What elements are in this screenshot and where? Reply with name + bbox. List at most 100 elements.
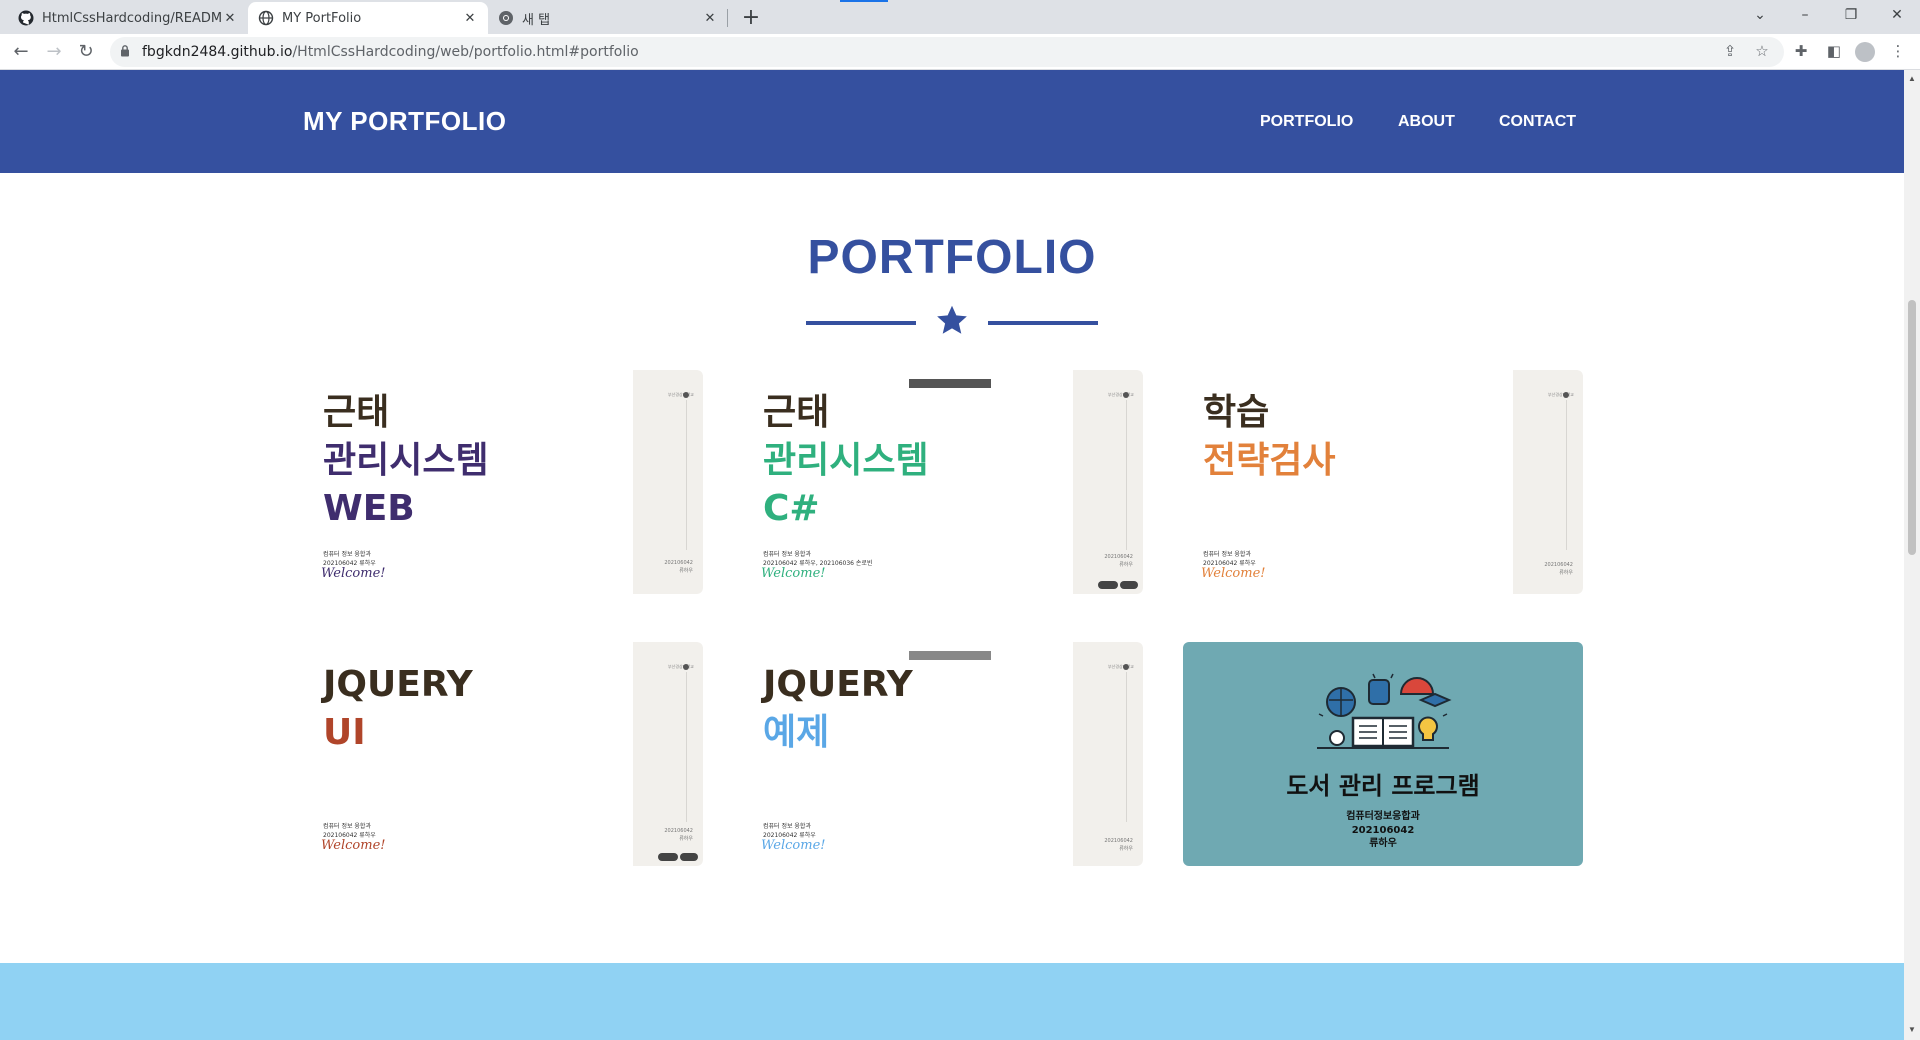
extensions-puzzle-icon[interactable]: ✚ (1791, 42, 1811, 62)
side-panel-icon[interactable]: ◧ (1824, 42, 1844, 62)
bookmark-star-icon[interactable]: ☆ (1752, 42, 1772, 62)
cap-pill (658, 853, 678, 861)
card-title-line1: 근태 (763, 392, 830, 433)
cap-university: 부산경상대학교 (1108, 664, 1134, 669)
card-meta-dept: 컴퓨터 정보 융합과 (323, 823, 371, 830)
card-cover-edge: 부산경상대학교 202106042 류하우 (633, 642, 703, 866)
card-title-line2: 예제 (763, 712, 830, 753)
portfolio-card-attendance-web[interactable]: 근태 관리시스템 WEB 컴퓨터 정보 융합과 202106042 류하우 Wel… (303, 370, 703, 594)
cap-id: 202106042 (1104, 838, 1133, 844)
card-title-line2: 전략검사 (1203, 440, 1336, 481)
portfolio-card-jquery-example[interactable]: JQUERY 예제 컴퓨터 정보 융합과 202106042 류하우 Welcom… (743, 642, 1143, 866)
card-title-line2: 관리시스템 (323, 440, 489, 481)
cap-name: 류하우 (679, 836, 693, 842)
browser-tab-bar: HtmlCssHardcoding/README.m ✕ MY PortFoli… (0, 0, 1920, 34)
card-welcome: Welcome! (761, 838, 826, 853)
new-tab-button[interactable]: + (737, 4, 765, 32)
tab-title: 새 탭 (522, 12, 551, 28)
cap-name: 류하우 (1119, 846, 1133, 852)
close-icon[interactable]: ✕ (462, 11, 478, 26)
lock-icon[interactable] (120, 44, 130, 60)
cap-university: 부산경상대학교 (1108, 392, 1134, 397)
scroll-down-arrow-icon[interactable]: ▼ (1908, 1025, 1916, 1034)
cap-line (1565, 400, 1567, 550)
page-scrollbar[interactable]: ▲ ▼ (1904, 70, 1920, 1040)
card-top-bar (909, 651, 991, 660)
scroll-up-arrow-icon[interactable]: ▲ (1908, 74, 1916, 83)
card-title-line3: WEB (323, 488, 415, 529)
card-meta-dept: 컴퓨터 정보 융합과 (1203, 551, 1251, 558)
cap-name: 류하우 (1119, 562, 1133, 568)
portfolio-card-jquery-ui[interactable]: JQUERY UI 컴퓨터 정보 융합과 202106042 류하우 Welcom… (303, 642, 703, 866)
nav-about[interactable]: ABOUT (1398, 113, 1455, 131)
card-welcome: Welcome! (321, 838, 386, 853)
library-id: 202106042 (1351, 824, 1415, 836)
url-text[interactable]: fbgkdn2484.github.io/HtmlCssHardcoding/w… (142, 44, 639, 60)
forward-arrow-icon[interactable]: → (40, 38, 68, 66)
card-title-line2: 관리시스템 (763, 440, 929, 481)
globe-icon (258, 10, 274, 26)
divider-right (988, 321, 1098, 325)
portfolio-card-learning-strategy[interactable]: 학습 전략검사 컴퓨터 정보 융합과 202106042 류하우 Welcome!… (1183, 370, 1583, 594)
reload-icon[interactable]: ↻ (72, 38, 100, 66)
site-header: MY PORTFOLIO PORTFOLIO ABOUT CONTACT (0, 70, 1904, 173)
cap-name: 류하우 (679, 568, 693, 574)
about-section-start (0, 963, 1904, 1040)
close-icon[interactable]: ✕ (222, 11, 238, 26)
close-icon[interactable]: ✕ (702, 11, 718, 26)
nav-contact[interactable]: CONTACT (1499, 113, 1576, 131)
browser-toolbar: ← → ↻ fbgkdn2484.github.io/HtmlCssHardco… (0, 34, 1920, 70)
cap-university: 부산경상대학교 (1548, 392, 1574, 397)
library-name: 류하우 (1369, 838, 1397, 849)
cap-pill (1098, 581, 1118, 589)
cap-id: 202106042 (664, 560, 693, 566)
cap-line (1125, 672, 1127, 822)
scrollbar-thumb[interactable] (1908, 300, 1916, 555)
tab-title: HtmlCssHardcoding/README.m (42, 10, 222, 26)
address-bar[interactable]: fbgkdn2484.github.io/HtmlCssHardcoding/w… (110, 37, 1784, 67)
card-meta-dept: 컴퓨터 정보 융합과 (763, 823, 811, 830)
cap-line (685, 672, 687, 822)
card-meta-dept: 컴퓨터 정보 융합과 (323, 551, 371, 558)
cap-line (1125, 400, 1127, 550)
cap-pill (680, 853, 698, 861)
card-title-line1: JQUERY (323, 664, 473, 705)
card-welcome: Welcome! (761, 566, 826, 581)
tab-github-readme[interactable]: HtmlCssHardcoding/README.m ✕ (8, 2, 248, 34)
window-close-button[interactable]: ✕ (1874, 0, 1920, 30)
card-title-line1: 학습 (1203, 392, 1270, 433)
portfolio-heading: PORTFOLIO (807, 231, 1097, 284)
cap-id: 202106042 (1544, 562, 1573, 568)
cap-pill (1120, 581, 1138, 589)
tab-separator (727, 9, 728, 27)
maximize-button[interactable]: ❐ (1828, 0, 1874, 30)
tab-search-chevron-icon[interactable]: ⌄ (1737, 0, 1783, 30)
card-title-line1: 근태 (323, 392, 390, 433)
github-icon (18, 10, 34, 26)
chrome-icon (498, 10, 514, 26)
library-info: 컴퓨터정보응합과 202106042 류하우 (1183, 810, 1583, 851)
portfolio-card-attendance-csharp[interactable]: 근태 관리시스템 C# 컴퓨터 정보 융합과 202106042 류하우, 202… (743, 370, 1143, 594)
cap-university: 부산경상대학교 (668, 664, 694, 669)
kebab-menu-icon[interactable]: ⋮ (1888, 42, 1908, 62)
minimize-button[interactable]: – (1782, 0, 1828, 30)
card-meta-dept: 컴퓨터 정보 융합과 (763, 551, 811, 558)
url-host: fbgkdn2484.github.io (142, 44, 293, 60)
profile-avatar[interactable] (1855, 42, 1875, 62)
back-arrow-icon[interactable]: ← (7, 38, 35, 66)
tab-my-portfolio[interactable]: MY PortFolio ✕ (248, 2, 488, 34)
portfolio-card-library-program[interactable]: 도서 관리 프로그램 컴퓨터정보응합과 202106042 류하우 (1183, 642, 1583, 866)
tab-drag-indicator (840, 0, 888, 2)
tab-new-tab[interactable]: 새 탭 ✕ (488, 2, 728, 34)
cap-university: 부산경상대학교 (668, 392, 694, 397)
share-icon[interactable]: ⇪ (1720, 42, 1740, 62)
library-title: 도서 관리 프로그램 (1286, 772, 1480, 800)
card-cover-edge: 부산경상대학교 202106042 류하우 (1513, 370, 1583, 594)
divider-left (806, 321, 916, 325)
page-viewport: MY PORTFOLIO PORTFOLIO ABOUT CONTACT POR… (0, 70, 1904, 1040)
star-icon (937, 305, 967, 334)
tab-title: MY PortFolio (282, 10, 362, 26)
card-welcome: Welcome! (1201, 566, 1266, 581)
nav-portfolio[interactable]: PORTFOLIO (1260, 113, 1353, 131)
brand-logo[interactable]: MY PORTFOLIO (303, 106, 506, 137)
